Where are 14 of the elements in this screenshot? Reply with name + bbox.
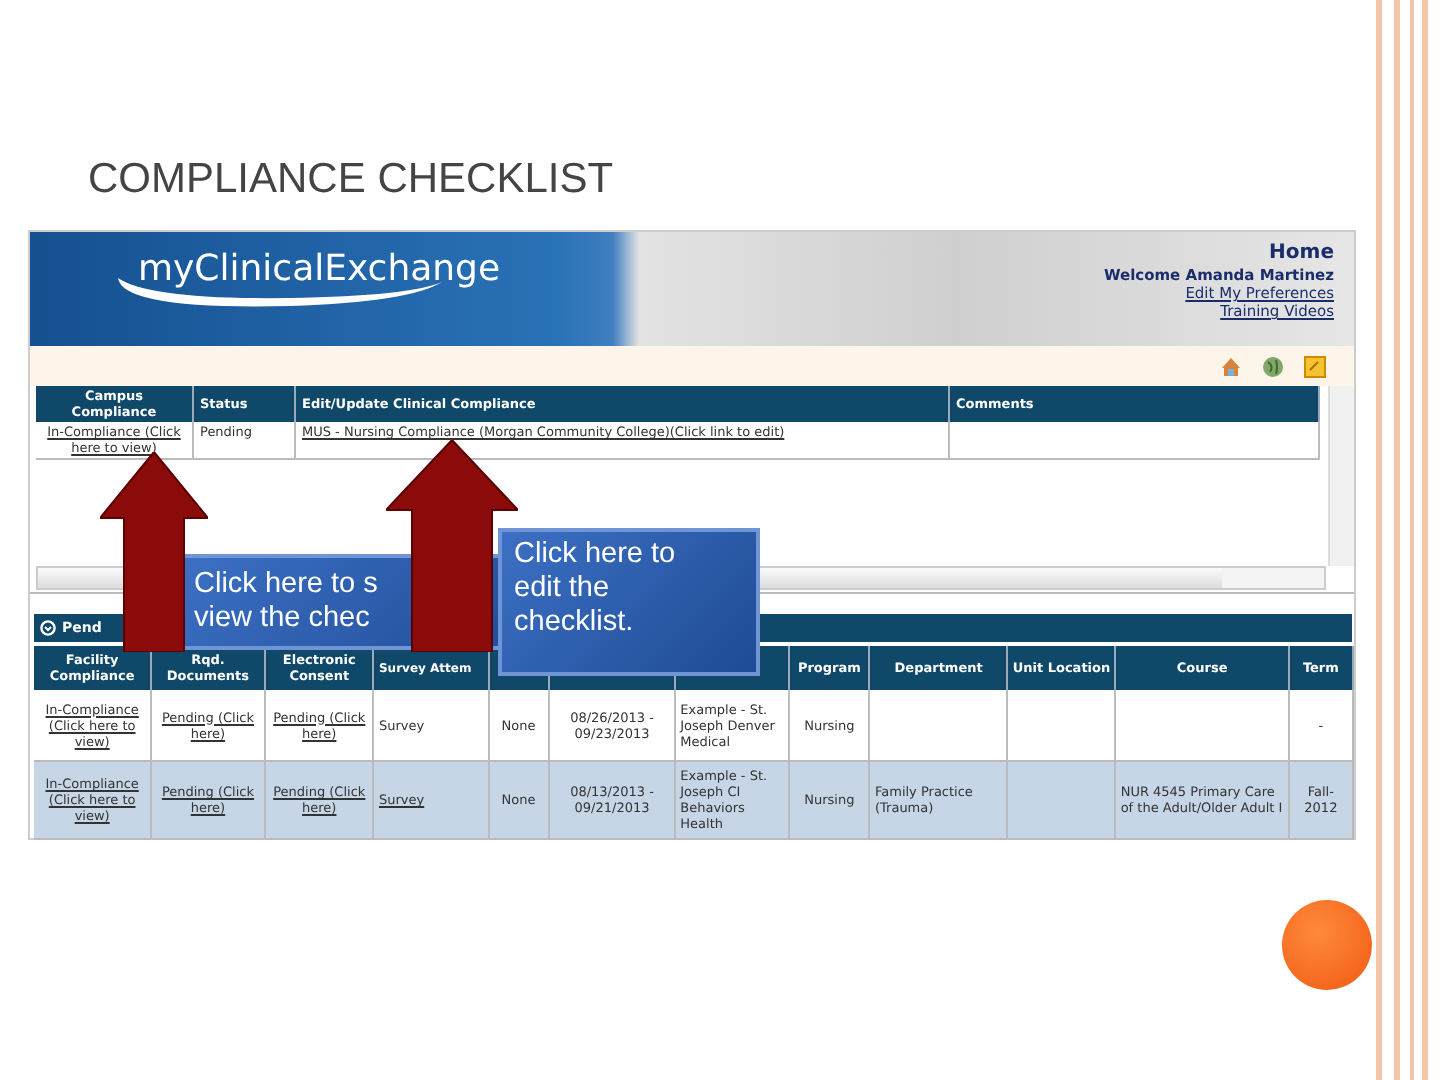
callout-text: Click here to <box>514 538 676 572</box>
circle-decoration <box>1282 900 1372 990</box>
callout-text: edit the <box>514 572 610 606</box>
home-link[interactable]: Home <box>1269 240 1334 266</box>
logo: myClinicalExchange <box>138 248 501 290</box>
callout-text: checklist. <box>514 606 634 640</box>
home-icon[interactable] <box>1220 355 1242 377</box>
note-icon[interactable] <box>1304 355 1326 377</box>
callout-text: view the chec <box>194 602 370 636</box>
callout-text: Click here to s <box>194 568 378 602</box>
slide-title: COMPLIANCE CHECKLIST <box>88 156 614 204</box>
globe-icon[interactable] <box>1262 355 1284 377</box>
collapse-icon[interactable] <box>40 620 56 636</box>
vertical-scrollbar[interactable] <box>1328 386 1354 566</box>
